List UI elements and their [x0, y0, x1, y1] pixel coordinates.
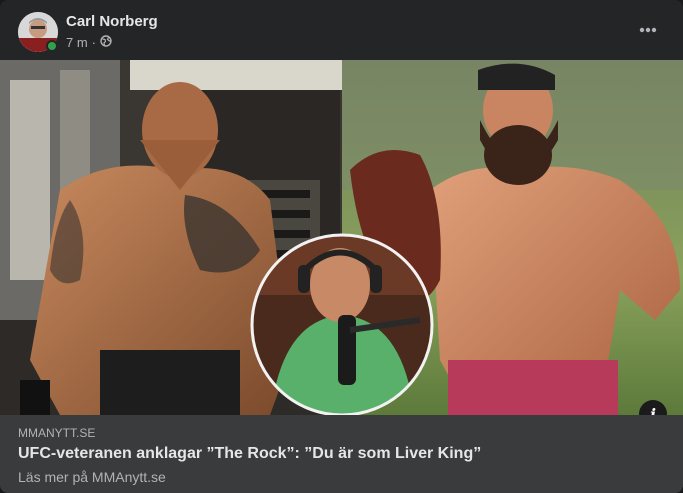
post-image[interactable] — [0, 60, 683, 415]
meta-separator: · — [91, 35, 97, 50]
author-name[interactable]: Carl Norberg — [66, 13, 158, 30]
more-horizontal-icon — [639, 27, 657, 33]
more-options-button[interactable] — [630, 16, 666, 44]
link-preview[interactable]: MMANYTT.SE UFC-veteranen anklagar ”The R… — [0, 415, 683, 493]
link-domain: MMANYTT.SE — [18, 426, 96, 440]
globe-icon[interactable] — [100, 35, 112, 50]
online-status-dot — [46, 40, 58, 52]
link-headline[interactable]: UFC-veteranen anklagar ”The Rock”: ”Du ä… — [18, 445, 481, 463]
post-header: Carl Norberg 7 m · — [0, 0, 683, 60]
post-time[interactable]: 7 m — [66, 35, 88, 50]
post-card: Carl Norberg 7 m · i MMANYTT.SE UFC-vete… — [0, 0, 683, 493]
link-subline: Läs mer på MMAnytt.se — [18, 469, 166, 485]
post-meta: 7 m · — [66, 35, 112, 50]
